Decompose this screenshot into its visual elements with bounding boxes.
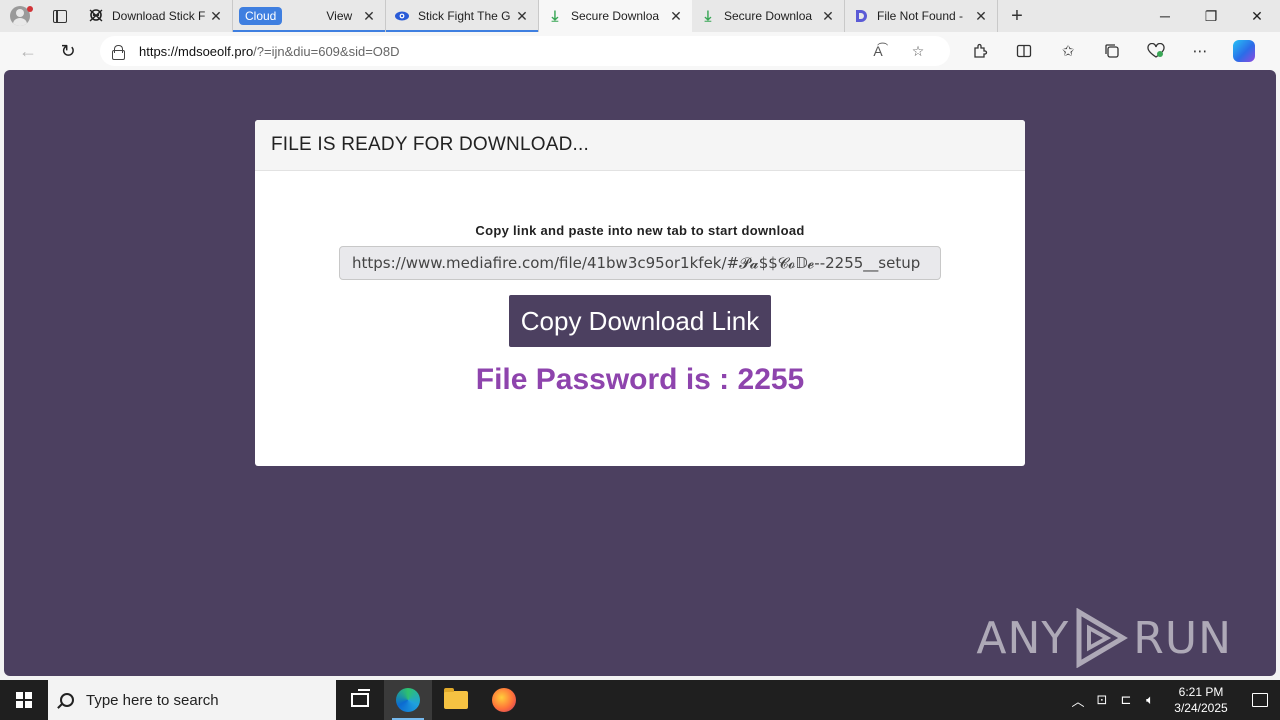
- read-aloud-icon[interactable]: A͡: [858, 43, 898, 59]
- close-tab-icon[interactable]: ✕: [973, 8, 989, 25]
- firefox-icon: [492, 688, 516, 712]
- favorites-icon[interactable]: ✩: [1046, 35, 1090, 67]
- card-header: FILE IS READY FOR DOWNLOAD...: [255, 120, 1025, 171]
- toolbar-right: ✩ ⋯: [958, 35, 1266, 67]
- notification-center-button[interactable]: [1240, 693, 1280, 707]
- start-button[interactable]: [0, 680, 48, 720]
- minimize-icon[interactable]: ─: [1142, 0, 1188, 32]
- taskbar-edge[interactable]: [384, 680, 432, 720]
- tab-file-not-found[interactable]: File Not Found - ✕: [845, 0, 998, 32]
- tab-secure-download[interactable]: ⤓ Secure Downloa ✕: [692, 0, 845, 32]
- lock-icon[interactable]: [112, 45, 125, 60]
- profile-button[interactable]: [0, 0, 40, 32]
- tab-title: Download Stick F: [112, 9, 206, 23]
- copy-download-link-button[interactable]: Copy Download Link: [509, 295, 771, 347]
- file-password-text: File Password is : 2255: [475, 363, 805, 396]
- refresh-icon[interactable]: ↻: [48, 35, 88, 67]
- d-favicon-icon: [853, 8, 869, 24]
- volume-icon[interactable]: 🔈︎: [1138, 692, 1162, 708]
- tab-title: File Not Found -: [877, 9, 964, 23]
- taskbar-firefox[interactable]: [480, 680, 528, 720]
- tab-strip: Download Stick F ✕ Cloud View ✕ Stick Fi…: [0, 0, 1280, 32]
- download-link-field[interactable]: [339, 246, 941, 280]
- skull-favicon-icon: [88, 8, 104, 24]
- window-controls: ─ ❐ ✕: [1142, 0, 1280, 32]
- tab-view[interactable]: Cloud View ✕: [233, 0, 386, 32]
- clock-date: 3/24/2025: [1174, 701, 1228, 715]
- chevron-up-icon[interactable]: ︿: [1066, 691, 1090, 710]
- download-favicon-icon: ⤓: [704, 7, 712, 25]
- close-tab-icon[interactable]: ✕: [820, 8, 836, 25]
- search-icon: [60, 693, 74, 707]
- task-view-button[interactable]: [336, 680, 384, 720]
- tab-title: Secure Downloa: [724, 9, 813, 23]
- tab-stick-fight[interactable]: Stick Fight The G ✕: [386, 0, 539, 32]
- tab-download-stick[interactable]: Download Stick F ✕: [80, 0, 233, 32]
- device-icon[interactable]: ⊡: [1090, 692, 1114, 708]
- download-card: FILE IS READY FOR DOWNLOAD... Copy link …: [255, 120, 1025, 466]
- task-view-icon: [351, 689, 370, 707]
- copilot-icon[interactable]: [1222, 35, 1266, 67]
- play-triangle-icon: [1076, 608, 1129, 668]
- search-placeholder: Type here to search: [86, 691, 219, 709]
- address-url[interactable]: https://mdsoeolf.pro/?=ijn&diu=609&sid=O…: [139, 44, 858, 59]
- split-screen-icon[interactable]: [1002, 35, 1046, 67]
- browser-essentials-icon[interactable]: [1134, 35, 1178, 67]
- clock-time: 6:21 PM: [1178, 685, 1224, 699]
- tab-group-label[interactable]: Cloud: [239, 7, 283, 25]
- card-body: Copy link and paste into new tab to star…: [255, 223, 1025, 397]
- tab-actions-icon: [53, 9, 67, 23]
- notification-dot-icon: [27, 6, 33, 12]
- browser-toolbar: ← ↻ https://mdsoeolf.pro/?=ijn&diu=609&s…: [0, 32, 1280, 70]
- watermark-any: ANY: [976, 612, 1070, 664]
- close-window-icon[interactable]: ✕: [1234, 0, 1280, 32]
- network-icon[interactable]: ⊏: [1114, 692, 1138, 708]
- anyrun-watermark: ANY RUN: [976, 608, 1232, 668]
- close-tab-icon[interactable]: ✕: [208, 8, 224, 25]
- new-tab-button[interactable]: +: [998, 0, 1036, 32]
- more-menu-icon[interactable]: ⋯: [1178, 35, 1222, 67]
- tab-actions-button[interactable]: [40, 0, 80, 32]
- collections-icon[interactable]: [1090, 35, 1134, 67]
- tab-title: Secure Downloa: [571, 9, 660, 23]
- tab-title: Stick Fight The G: [418, 9, 511, 23]
- taskbar-search-box[interactable]: Type here to search: [48, 680, 336, 720]
- back-arrow-icon[interactable]: ←: [8, 35, 48, 67]
- close-tab-icon[interactable]: ✕: [668, 8, 684, 25]
- watermark-run: RUN: [1133, 612, 1232, 664]
- tab-secure-download-active[interactable]: ⤓ Secure Downloa ✕: [539, 0, 692, 32]
- folder-icon: [444, 688, 468, 709]
- favorite-star-icon[interactable]: ☆: [898, 43, 938, 60]
- extensions-icon[interactable]: [958, 35, 1002, 67]
- windows-taskbar: Type here to search ︿ ⊡ ⊏ 🔈︎ 6:21 PM 3/2…: [0, 680, 1280, 720]
- instruction-text: Copy link and paste into new tab to star…: [475, 223, 805, 238]
- eye-favicon-icon: [394, 8, 410, 24]
- close-tab-icon[interactable]: ✕: [361, 8, 377, 25]
- page-viewport: FILE IS READY FOR DOWNLOAD... Copy link …: [4, 70, 1276, 676]
- taskbar-clock[interactable]: 6:21 PM 3/24/2025: [1162, 684, 1240, 716]
- tab-title: View: [326, 9, 353, 23]
- system-tray: ︿ ⊡ ⊏ 🔈︎ 6:21 PM 3/24/2025: [1066, 684, 1280, 716]
- copilot-logo-icon: [1233, 40, 1255, 62]
- taskbar-file-explorer[interactable]: [432, 680, 480, 720]
- edge-icon: [396, 688, 420, 712]
- restore-icon[interactable]: ❐: [1188, 0, 1234, 32]
- download-favicon-icon: ⤓: [551, 7, 559, 25]
- address-bar[interactable]: https://mdsoeolf.pro/?=ijn&diu=609&sid=O…: [100, 36, 950, 66]
- close-tab-icon[interactable]: ✕: [514, 8, 530, 25]
- windows-logo-icon: [16, 692, 32, 708]
- notification-icon: [1252, 693, 1268, 707]
